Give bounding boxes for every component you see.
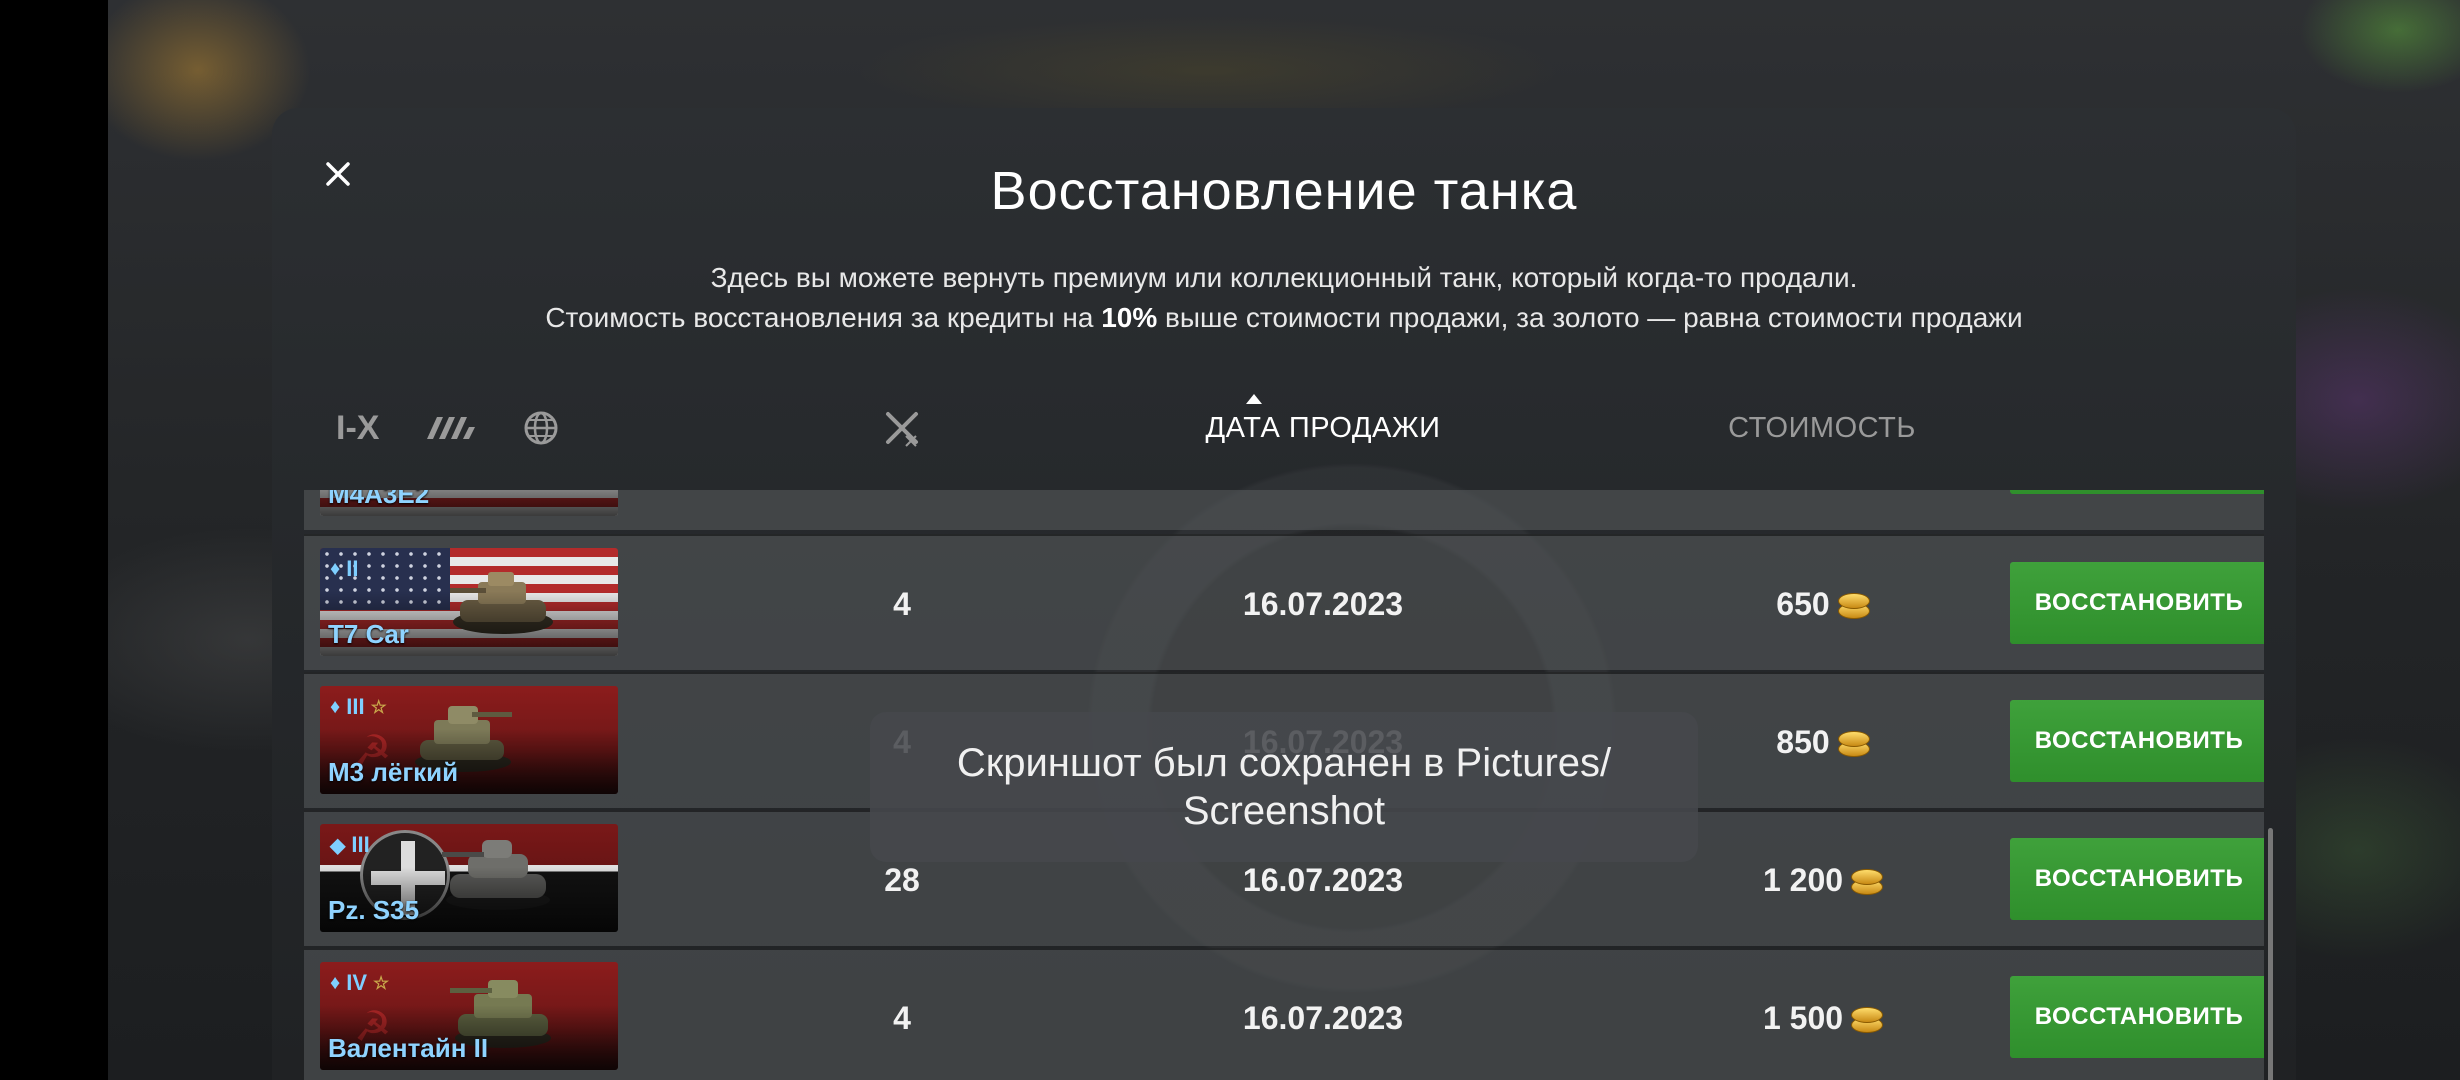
- tank-image: [450, 572, 553, 634]
- globe-icon: [524, 411, 558, 445]
- restore-cost: 650: [1612, 536, 2032, 672]
- description-line-1: Здесь вы можете вернуть премиум или колл…: [710, 262, 1858, 293]
- cost-value: 650: [1776, 585, 1830, 622]
- vehicle-type-icon: [427, 417, 476, 439]
- gold-coin-icon: [1851, 865, 1884, 895]
- tier-label: IV: [346, 970, 368, 995]
- table-row: M4A3E2: [304, 490, 2264, 530]
- tier-label: III: [346, 694, 365, 719]
- premium-diamond-icon: ◆: [330, 834, 346, 857]
- vehicle-tier: ♦ III ☆: [330, 694, 387, 720]
- sale-date: 16.07.2023: [1242, 585, 1404, 622]
- filter-bar: I-X: [336, 398, 559, 458]
- tier-filter-button[interactable]: I-X: [336, 409, 379, 448]
- restore-button[interactable]: ВОССТАНОВИТЬ: [2010, 976, 2264, 1058]
- dialog-description: Здесь вы можете вернуть премиум или колл…: [272, 258, 2296, 338]
- vehicle-tier: ♦ IV ☆: [330, 970, 389, 996]
- gold-coin-icon: [1837, 727, 1870, 757]
- vehicle-card[interactable]: ◆ III Pz. S35: [320, 824, 618, 932]
- vehicle-name: T7 Car: [328, 619, 409, 649]
- vehicle-tier: ◆ III: [330, 832, 370, 858]
- description-text-pre: Стоимость восстановления за кредиты на: [545, 302, 1094, 333]
- star-icon: ☆: [373, 972, 390, 993]
- cost-value: 850: [1776, 723, 1830, 760]
- description-line-2: Стоимость восстановления за кредиты на 1…: [272, 298, 2296, 338]
- star-icon: ☆: [370, 696, 387, 717]
- vehicle-card[interactable]: ☭ ♦ III ☆ M3 лёгкий: [320, 686, 618, 794]
- screenshot-saved-toast: Скриншот был сохранен в Pictures/ Screen…: [870, 712, 1698, 862]
- premium-diamond-icon: ♦: [330, 971, 341, 994]
- description-percent: 10%: [1101, 302, 1158, 333]
- list-scrollbar[interactable]: [2268, 828, 2273, 1080]
- table-row: ☭ ♦ IV ☆ Валентайн II 4 16.07.2023 1 500…: [304, 948, 2264, 1080]
- restore-button[interactable]: ВОССТАНОВИТЬ: [2010, 700, 2264, 782]
- battles-count: 4: [893, 585, 911, 622]
- tier-filter-label: I-X: [336, 408, 380, 447]
- crossed-swords-icon: [886, 412, 918, 447]
- vehicle-card[interactable]: M4A3E2: [320, 490, 618, 516]
- vehicle-type-filter-button[interactable]: [423, 411, 479, 445]
- sort-ascending-icon: [1246, 394, 1262, 404]
- cost-column-header[interactable]: СТОИМОСТЬ: [1612, 406, 2032, 450]
- restore-button[interactable]: ВОССТАНОВИТЬ: [2010, 838, 2264, 920]
- cost-value: 1 500: [1762, 999, 1844, 1036]
- nation-filter-button[interactable]: [523, 410, 559, 446]
- premium-diamond-icon: ♦: [330, 557, 341, 580]
- vehicle-card[interactable]: ♦ II T7 Car: [320, 548, 618, 656]
- table-row: ♦ II T7 Car 4 16.07.2023 650 ВОССТАНОВИТ…: [304, 534, 2264, 670]
- gold-coin-icon: [1851, 1003, 1884, 1033]
- vehicle-name: Валентайн II: [328, 1033, 489, 1063]
- restore-tank-dialog: Восстановление танка Здесь вы можете вер…: [272, 108, 2296, 1080]
- battles-column-header[interactable]: [862, 406, 942, 450]
- vehicle-name: Pz. S35: [328, 895, 420, 925]
- battles-count: 4: [893, 999, 911, 1036]
- vehicle-tier: ♦ II: [330, 556, 358, 582]
- vehicle-name: M3 лёгкий: [328, 757, 459, 787]
- sale-date: 16.07.2023: [1242, 999, 1404, 1036]
- premium-diamond-icon: ♦: [330, 695, 341, 718]
- sale-date-column-header[interactable]: ДАТА ПРОДАЖИ: [1118, 406, 1528, 450]
- restore-cost: 1 500: [1612, 950, 2032, 1080]
- gold-coin-icon: [1837, 589, 1870, 619]
- vehicle-card[interactable]: ☭ ♦ IV ☆ Валентайн II: [320, 962, 618, 1070]
- cost-value: 1 200: [1762, 861, 1844, 898]
- dialog-title: Восстановление танка: [990, 161, 1578, 221]
- vehicle-name: M4A3E2: [328, 490, 430, 509]
- restore-button[interactable]: ВОССТАНОВИТЬ: [2010, 562, 2264, 644]
- tank-image: [442, 840, 550, 910]
- description-text-post: выше стоимости продажи, за золото — равн…: [1165, 302, 2023, 333]
- tier-label: III: [351, 832, 370, 857]
- restore-button[interactable]: [2010, 490, 2264, 494]
- tier-label: II: [346, 556, 359, 581]
